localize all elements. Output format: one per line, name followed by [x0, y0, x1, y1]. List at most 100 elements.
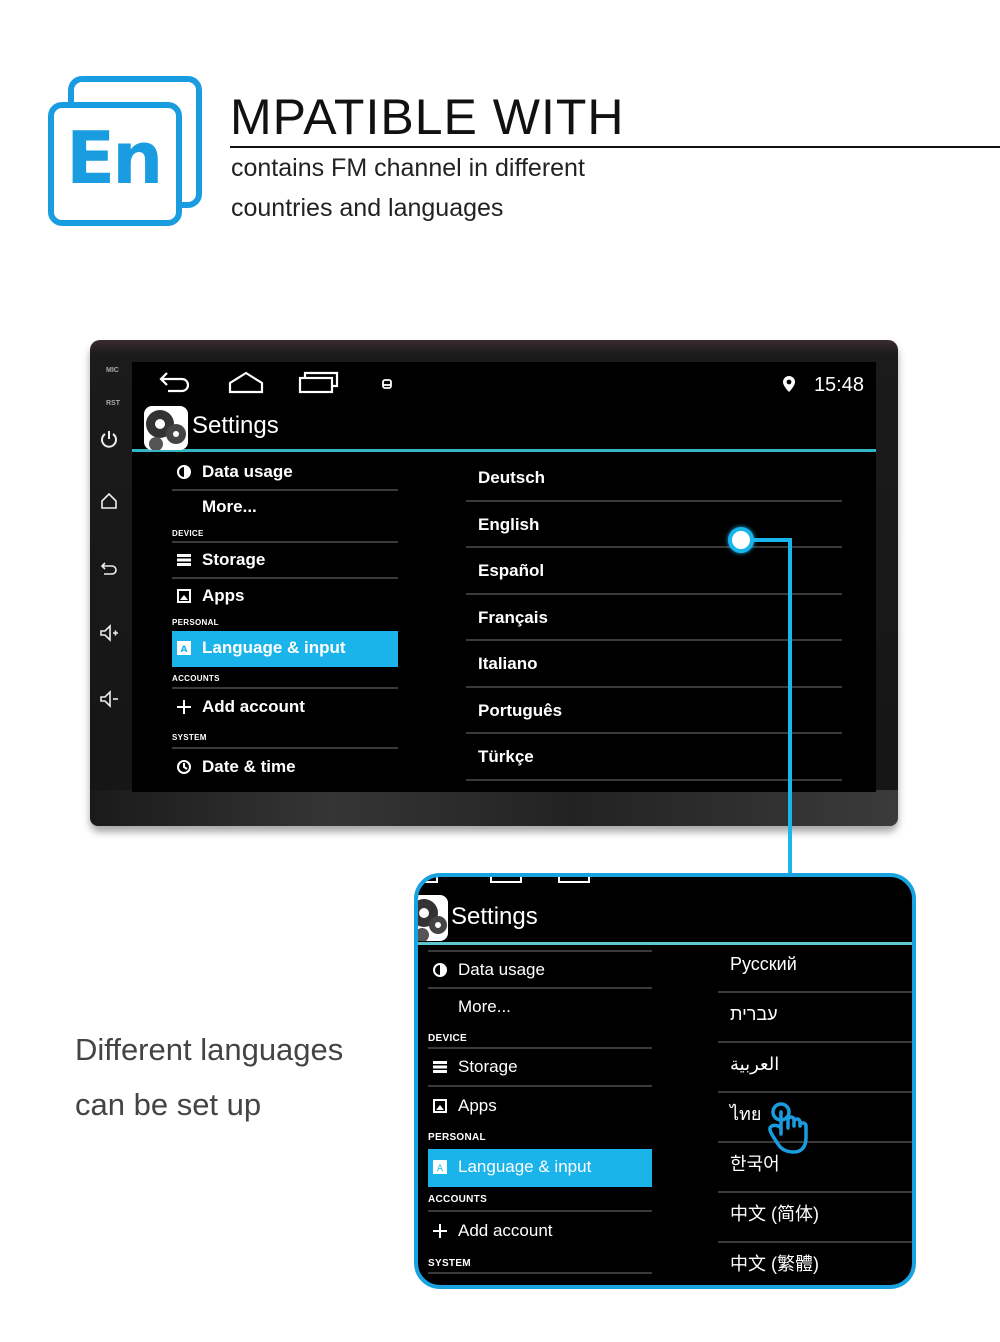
settings-app-bar: Settings — [418, 891, 912, 945]
notification-icon — [382, 377, 392, 395]
language-option-chinese-simplified[interactable]: 中文 (简体) — [718, 1193, 912, 1243]
add-icon — [428, 1223, 452, 1239]
home-icon — [490, 877, 522, 883]
menu-item-add-account[interactable]: Add account — [172, 689, 398, 725]
back-icon[interactable] — [158, 370, 192, 401]
data-usage-icon — [428, 962, 452, 977]
menu-item-label: More... — [458, 997, 511, 1016]
headline: MPATIBLE WITH — [230, 89, 625, 145]
menu-item-label: Storage — [458, 1057, 518, 1076]
rst-label: RST — [106, 400, 120, 407]
volume-down-icon[interactable] — [98, 688, 120, 710]
language-option-espanol[interactable]: Español — [466, 548, 842, 595]
menu-item-storage[interactable]: Storage — [428, 1049, 652, 1087]
section-header-system: SYSTEM — [172, 725, 398, 749]
language-option-arabic[interactable]: العربية — [718, 1043, 912, 1093]
callout-connector-horizontal — [752, 538, 792, 542]
zoomed-screen-inset: Settings Data usage More... DEVICE Stora… — [414, 873, 916, 1289]
section-header-accounts: ACCOUNTS — [172, 667, 398, 689]
menu-item-label: Language & input — [458, 1157, 592, 1176]
storage-icon — [172, 554, 196, 566]
language-option-italiano[interactable]: Italiano — [466, 641, 842, 688]
language-option-deutsch[interactable]: Deutsch — [466, 455, 842, 502]
location-icon — [782, 375, 796, 398]
settings-gear-icon — [144, 406, 188, 450]
section-header-accounts: ACCOUNTS — [428, 1187, 652, 1212]
menu-item-more[interactable]: More... — [428, 989, 652, 1025]
volume-up-icon[interactable] — [98, 622, 120, 644]
settings-menu: Data usage More... DEVICE Storage Apps P… — [172, 455, 398, 785]
unit-screen: 15:48 Settings Data usage More... DEVICE — [132, 362, 876, 792]
language-option-chinese-traditional[interactable]: 中文 (繁體) — [718, 1243, 912, 1285]
language-option-portugues[interactable]: Português — [466, 688, 842, 734]
menu-item-label: More... — [202, 497, 257, 516]
menu-item-add-account[interactable]: Add account — [428, 1212, 652, 1250]
mic-label: MIC — [106, 367, 119, 374]
subheading-line-1: contains FM channel in different — [231, 154, 585, 182]
menu-item-language-input[interactable]: A Language & input — [428, 1149, 652, 1187]
menu-item-label: Add account — [458, 1221, 553, 1240]
storage-icon — [428, 1061, 452, 1073]
back-icon[interactable] — [98, 558, 120, 580]
menu-item-label: Data usage — [202, 462, 293, 481]
data-usage-icon — [172, 465, 196, 479]
language-option-turkce[interactable]: Türkçe — [466, 734, 842, 781]
language-icon: A — [428, 1160, 452, 1174]
headline-divider — [230, 146, 1000, 148]
recent-apps-icon[interactable] — [298, 370, 340, 401]
menu-item-label: Add account — [202, 697, 305, 716]
head-unit: MIC RST 15:48 Settings Data usage More..… — [90, 340, 898, 826]
apps-icon — [428, 1099, 452, 1113]
menu-item-label: Apps — [202, 586, 245, 605]
svg-text:A: A — [181, 645, 188, 655]
subheading-line-2: countries and languages — [231, 194, 504, 222]
status-bar: 15:48 — [132, 362, 876, 404]
status-time: 15:48 — [813, 374, 864, 396]
section-header-system: SYSTEM — [428, 1250, 652, 1274]
language-option-thai[interactable]: ไทย — [718, 1093, 912, 1143]
callout-connector-vertical — [788, 538, 792, 878]
home-icon[interactable] — [98, 490, 120, 512]
unit-bottom-bezel — [90, 790, 898, 826]
section-header-device: DEVICE — [428, 1025, 652, 1049]
apps-icon — [172, 589, 196, 603]
menu-item-date-time[interactable]: Date & time — [172, 749, 398, 785]
menu-item-data-usage[interactable]: Data usage — [428, 952, 652, 989]
language-icon: A — [172, 641, 196, 655]
menu-item-data-usage[interactable]: Data usage — [172, 455, 398, 491]
language-list: Deutsch English Español Français Italian… — [466, 455, 842, 781]
home-icon[interactable] — [228, 370, 264, 401]
add-icon — [172, 699, 196, 715]
svg-text:A: A — [437, 1164, 444, 1174]
settings-app-bar: Settings — [132, 404, 876, 452]
section-header-personal: PERSONAL — [172, 618, 219, 627]
hand-pointer-icon — [764, 1100, 810, 1156]
clock-icon — [172, 760, 196, 774]
menu-item-more[interactable]: More... — [172, 491, 398, 523]
menu-item-label: Apps — [458, 1096, 497, 1115]
app-title: Settings — [451, 903, 538, 930]
recent-apps-icon — [558, 877, 590, 883]
section-header-device: DEVICE — [172, 523, 398, 543]
caption-line-2: can be set up — [75, 1087, 262, 1122]
settings-gear-icon — [418, 895, 448, 941]
language-option-hebrew[interactable]: עברית — [718, 993, 912, 1043]
callout-anchor-dot — [728, 527, 754, 553]
power-icon[interactable] — [98, 428, 120, 450]
app-title: Settings — [192, 412, 279, 439]
language-option-korean[interactable]: 한국어 — [718, 1143, 912, 1193]
menu-item-language-input[interactable]: A Language & input — [172, 631, 398, 667]
menu-item-label: Storage — [202, 550, 266, 569]
en-language-logo: En — [48, 76, 204, 226]
language-list: Русский עברית العربية ไทย 한국어 中文 (简体) 中文… — [718, 943, 912, 1285]
language-option-russian[interactable]: Русский — [718, 943, 912, 993]
logo-text: En — [66, 116, 163, 200]
menu-item-label: Language & input — [202, 638, 346, 657]
section-header-personal: PERSONAL — [428, 1132, 486, 1143]
menu-item-storage[interactable]: Storage — [172, 543, 398, 579]
settings-menu: Data usage More... DEVICE Storage Apps P… — [428, 950, 652, 1274]
menu-item-label: Date & time — [202, 757, 296, 776]
menu-item-apps[interactable]: Apps — [428, 1087, 652, 1125]
menu-item-apps[interactable]: Apps — [172, 579, 398, 613]
language-option-francais[interactable]: Français — [466, 595, 842, 641]
